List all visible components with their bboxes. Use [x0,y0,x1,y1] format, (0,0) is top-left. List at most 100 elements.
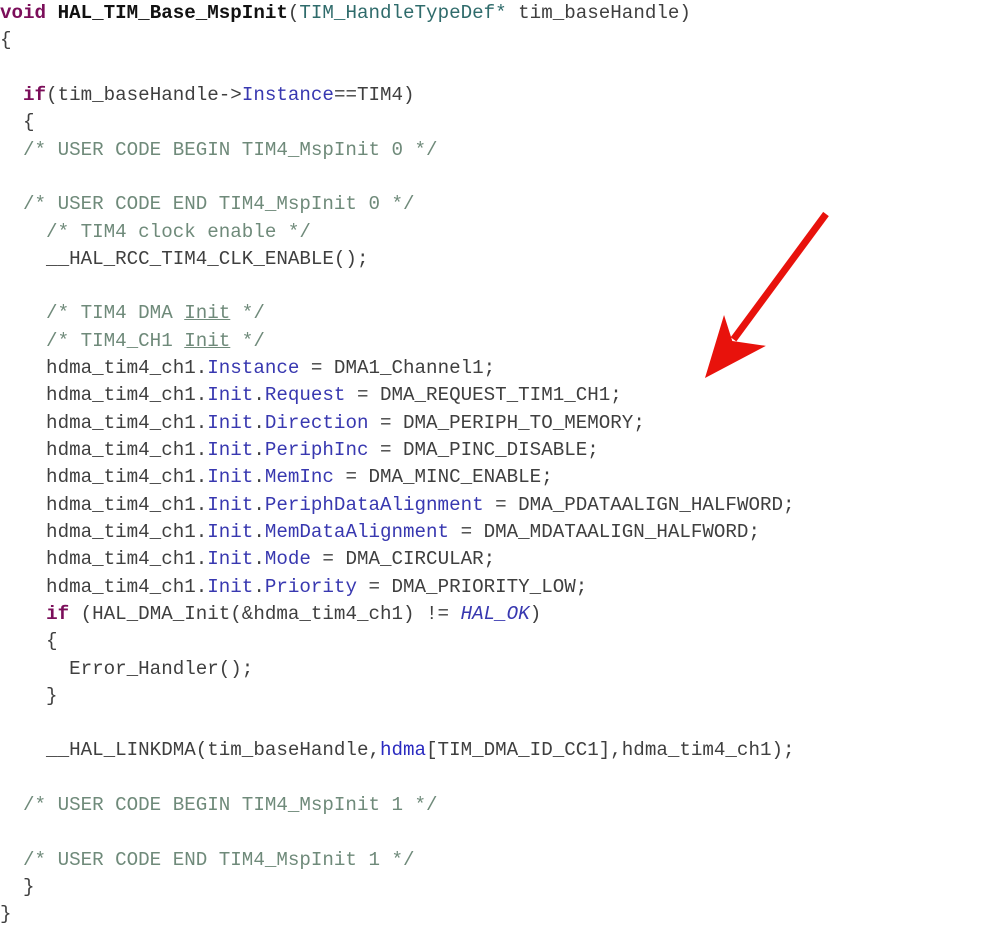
code-token-plain: . [253,493,265,516]
code-token-plain: . [253,439,265,461]
code-token-plain: = DMA_MINC_ENABLE; [333,466,553,489]
code-token-plain: . [253,384,265,407]
code-line: /* TIM4 clock enable */​ [0,219,999,246]
code-token-plain: hdma_tim4_ch1. [0,520,208,543]
code-token-plain: = DMA_PINC_DISABLE; [368,439,599,461]
code-token-plain: hdma_tim4_ch1. [0,493,208,516]
code-token-plain: = DMA1_Channel1; [299,357,496,380]
code-token-field: Init [207,493,254,516]
code-line: hdma_tim4_ch1.Init.MemInc = DMA_MINC_ENA… [0,464,999,491]
code-token-const: HAL_OK [460,602,530,625]
code-token-keyword: if [23,83,47,106]
code-token-plain: { [0,630,58,653]
code-line: {​ [0,27,999,54]
code-token-plain: hdma_tim4_ch1. [0,384,208,407]
code-token-field: MemDataAlignment [264,520,450,543]
code-token-field: Init [207,520,254,543]
code-line: ​ [0,710,999,737]
code-token-plain: hdma_tim4_ch1. [0,411,208,434]
code-token-field: Request [264,384,346,407]
code-token-plain: ( [287,2,300,24]
code-token-comment: /* TIM4 clock enable */ [0,220,311,243]
code-token-field: Init [207,548,254,571]
spell-underline: Init [184,329,231,352]
code-token-comment: */ [230,302,265,325]
code-line: hdma_tim4_ch1.Init.Priority = DMA_PRIORI… [0,574,999,601]
code-line: /* USER CODE BEGIN TIM4_MspInit 1 */​ [0,792,999,819]
code-token-plain: } [0,903,12,925]
code-line: __HAL_LINKDMA(tim_baseHandle,hdma[TIM_DM… [0,737,999,764]
code-token-field: PeriphDataAlignment [264,493,484,516]
code-token-comment: */ [230,329,265,352]
code-line: }​ [0,683,999,710]
code-line: hdma_tim4_ch1.Init.MemDataAlignment = DM… [0,519,999,546]
code-token-field: Init [207,466,254,489]
code-line: hdma_tim4_ch1.Init.Request = DMA_REQUEST… [0,382,999,409]
code-token-plain: = DMA_REQUEST_TIM1_CH1; [345,384,622,407]
source-code-block[interactable]: void HAL_TIM_Base_MspInit(TIM_HandleType… [0,0,999,925]
code-token-comment: /* TIM4 DMA [0,302,185,325]
code-token-plain: . [253,411,265,434]
code-token-plain: { [0,111,35,134]
code-token-field: Init [207,411,254,434]
code-line: /* USER CODE BEGIN TIM4_MspInit 0 */​ [0,137,999,164]
code-line: hdma_tim4_ch1.Instance = DMA1_Channel1;​ [0,355,999,382]
code-token-field: MemInc [264,466,334,489]
code-token-plain: . [253,575,265,598]
code-token-plain: tim_baseHandle) [506,2,691,24]
code-token-plain: [TIM_DMA_ID_CC1],hdma_tim4_ch1); [426,739,795,762]
code-line: ​ [0,819,999,846]
code-token-plain: = DMA_PERIPH_TO_MEMORY; [368,411,645,434]
code-token-plain: = DMA_PRIORITY_LOW; [356,575,588,598]
code-token-plain: ==TIM4) [333,83,415,106]
code-line: }​ [0,874,999,901]
code-token-plain: ) [529,602,542,625]
code-token-plain: . [253,520,265,543]
code-token-field: Priority [264,575,357,598]
code-line: /* TIM4 DMA Init */​ [0,300,999,327]
code-token-field: Init [207,575,254,598]
code-token-plain: hdma_tim4_ch1. [0,357,208,380]
code-line: {​ [0,628,999,655]
code-line: if (HAL_DMA_Init(&hdma_tim4_ch1) != HAL_… [0,601,999,628]
code-line: void HAL_TIM_Base_MspInit(TIM_HandleType… [0,0,999,27]
code-token-plain: (tim_baseHandle-> [46,83,242,106]
code-token-field: PeriphInc [264,439,369,461]
code-token-keyword: void [0,2,47,24]
code-token-field: Init [207,439,254,461]
code-line: if(tim_baseHandle->Instance==TIM4)​ [0,82,999,109]
code-token-type: TIM_HandleTypeDef* [299,2,507,24]
code-line: /* USER CODE END TIM4_MspInit 0 */​ [0,191,999,218]
code-token-plain: hdma_tim4_ch1. [0,548,208,571]
code-token-comment: /* USER CODE BEGIN TIM4_MspInit 1 */ [0,794,438,817]
code-line: }​ [0,901,999,925]
code-token-comment: Init [184,330,230,352]
code-token-plain: hdma_tim4_ch1. [0,439,208,461]
code-token-plain: = DMA_PDATAALIGN_HALFWORD; [483,493,795,516]
code-token-field: Mode [264,548,311,571]
code-token-function-name: HAL_TIM_Base_MspInit [57,2,288,24]
code-line: /* USER CODE END TIM4_MspInit 1 */​ [0,847,999,874]
code-token-plain: { [0,29,12,52]
code-token-plain: hdma_tim4_ch1. [0,466,208,489]
code-line: hdma_tim4_ch1.Init.PeriphDataAlignment =… [0,492,999,519]
code-token-keyword: if [46,602,70,625]
code-line: /* TIM4_CH1 Init */​ [0,328,999,355]
code-token-plain: __HAL_LINKDMA(tim_baseHandle, [0,739,380,762]
code-token-field: Init [207,384,254,407]
code-token-plain: } [0,876,35,898]
code-token-field: Instance [241,83,334,106]
code-line: hdma_tim4_ch1.Init.Direction = DMA_PERIP… [0,410,999,437]
code-token-plain: . [253,466,265,489]
code-line: ​ [0,765,999,792]
code-line: ​ [0,273,999,300]
code-line: {​ [0,109,999,136]
code-line: Error_Handler();​ [0,656,999,683]
code-token-plain: } [0,684,58,707]
code-token-field: Instance [207,357,300,380]
code-token-plain: = DMA_MDATAALIGN_HALFWORD; [449,520,760,543]
code-token-comment: Init [184,302,230,324]
code-line: ​ [0,164,999,191]
